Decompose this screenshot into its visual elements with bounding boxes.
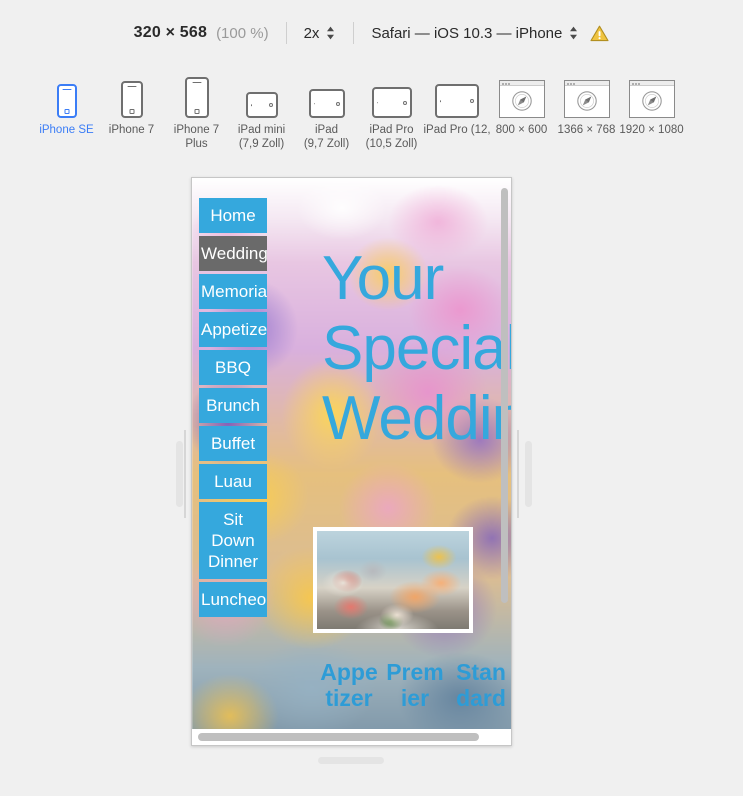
vertical-scrollbar[interactable] (501, 188, 508, 603)
user-agent-selector[interactable]: Safari — iOS 10.3 — iPhone (371, 25, 609, 42)
device-preset-label: iPad (9,7 Zoll) (303, 124, 350, 150)
frame-edge-right (517, 430, 519, 518)
dimension-group: 320 × 568 (100 %) (134, 24, 269, 42)
device-glyph (56, 70, 77, 118)
device-glyph (628, 70, 675, 118)
browser-window-icon (563, 80, 610, 118)
device-preset-label: iPad Pro (10,5 Zoll) (365, 124, 418, 150)
scale-value: 2x (303, 24, 320, 42)
device-preset-label: iPhone 7 Plus (173, 124, 220, 150)
page-headline: Your Special Wedding (322, 243, 511, 453)
menu-column-premier: Premier (386, 659, 444, 711)
resize-handle-left[interactable] (176, 441, 183, 507)
device-glyph (434, 70, 479, 118)
safari-compass-icon (511, 90, 533, 117)
browser-window-icon (498, 80, 545, 118)
site-navigation-menu[interactable]: HomeWeddingsMemorialAppetizerBBQBrunchBu… (199, 198, 267, 620)
device-glyph (371, 70, 412, 118)
frame-edge-left (184, 430, 186, 518)
device-preset-iphone-se[interactable]: iPhone SE (34, 70, 99, 138)
device-preset-label: iPhone SE (39, 124, 94, 136)
device-preset-800--600[interactable]: 800 × 600 (489, 70, 554, 138)
shrimp-plate-photo (313, 527, 473, 633)
device-preset-label: 1920 × 1080 (619, 124, 684, 136)
device-preview-frame: HomeWeddingsMemorialAppetizerBBQBrunchBu… (191, 177, 512, 746)
nav-item-brunch[interactable]: Brunch (199, 388, 267, 423)
warning-triangle-icon[interactable] (590, 25, 609, 42)
nav-item-home[interactable]: Home (199, 198, 267, 233)
phone-device-icon (184, 77, 209, 118)
menu-columns: Appetizer Premier Standard (320, 659, 510, 711)
device-glyph (308, 70, 345, 118)
device-preset-iphone-7[interactable]: iPhone 7 (99, 70, 164, 138)
simulator-toolbar: 320 × 568 (100 %) 2x Safari — iOS 10.3 —… (0, 0, 743, 66)
device-preset-ipad-pro-12[interactable]: iPad Pro (12, (423, 70, 490, 138)
stepper-chevrons-icon[interactable] (325, 25, 336, 41)
device-preset-1366--768[interactable]: 1366 × 768 (554, 70, 619, 138)
device-preset-ipad-97-zoll[interactable]: iPad (9,7 Zoll) (294, 70, 359, 151)
device-glyph (498, 70, 545, 118)
safari-compass-icon (576, 90, 598, 117)
tablet-device-icon (371, 87, 412, 118)
device-preset-label: iPhone 7 (108, 124, 155, 136)
device-preset-label: iPad Pro (12, (423, 124, 490, 136)
device-glyph (120, 70, 143, 118)
toolbar-divider-2 (353, 22, 355, 44)
stepper-chevrons-icon[interactable] (568, 25, 579, 41)
device-preset-1920--1080[interactable]: 1920 × 1080 (619, 70, 684, 138)
flower-background-image (192, 178, 511, 745)
horizontal-scrollbar[interactable] (198, 733, 479, 741)
device-glyph (245, 70, 278, 118)
browser-window-icon (628, 80, 675, 118)
zoom-percentage: (100 %) (216, 24, 269, 42)
menu-column-appetizer: Appetizer (320, 659, 378, 711)
device-glyph (184, 70, 209, 118)
device-preset-ipad-pro-105-zoll[interactable]: iPad Pro (10,5 Zoll) (359, 70, 424, 151)
user-agent-value: Safari — iOS 10.3 — iPhone (371, 24, 563, 42)
menu-column-standard: Standard (456, 659, 506, 711)
resize-handle-right[interactable] (525, 441, 532, 507)
tablet-device-icon (434, 84, 479, 118)
viewport-dimensions: 320 × 568 (133, 24, 208, 41)
browser-titlebar (629, 81, 674, 86)
browser-titlebar (564, 81, 609, 86)
device-preset-label: 800 × 600 (495, 124, 548, 136)
horizontal-scrollbar-track (192, 729, 511, 745)
phone-device-icon (56, 84, 77, 118)
device-preset-strip[interactable]: iPhone SE iPhone 7 iPhone 7 Plus iPad mini … (0, 70, 743, 154)
resize-handle-bottom[interactable] (318, 757, 384, 764)
toolbar-divider-1 (285, 22, 287, 44)
nav-item-luau[interactable]: Luau (199, 464, 267, 499)
device-preset-label: iPad mini (7,9 Zoll) (237, 124, 286, 150)
device-preset-ipad-mini-79-zoll[interactable]: iPad mini (7,9 Zoll) (229, 70, 294, 151)
device-preset-label: 1366 × 768 (557, 124, 616, 136)
scale-selector[interactable]: 2x (304, 25, 337, 42)
nav-item-appetizer[interactable]: Appetizer (199, 312, 267, 347)
browser-titlebar (499, 81, 544, 86)
tablet-device-icon (245, 92, 278, 118)
tablet-device-icon (308, 89, 345, 118)
device-glyph (563, 70, 610, 118)
photo-image (317, 531, 469, 629)
device-preset-iphone-7-plus[interactable]: iPhone 7 Plus (164, 70, 229, 151)
nav-item-weddings[interactable]: Weddings (199, 236, 267, 271)
nav-item-sit-down-dinner[interactable]: Sit Down Dinner (199, 502, 267, 579)
nav-item-buffet[interactable]: Buffet (199, 426, 267, 461)
phone-device-icon (120, 81, 143, 118)
page-viewport[interactable]: HomeWeddingsMemorialAppetizerBBQBrunchBu… (192, 178, 511, 745)
nav-item-memorial[interactable]: Memorial (199, 274, 267, 309)
nav-item-bbq[interactable]: BBQ (199, 350, 267, 385)
nav-item-luncheon[interactable]: Luncheon (199, 582, 267, 617)
safari-compass-icon (641, 90, 663, 117)
